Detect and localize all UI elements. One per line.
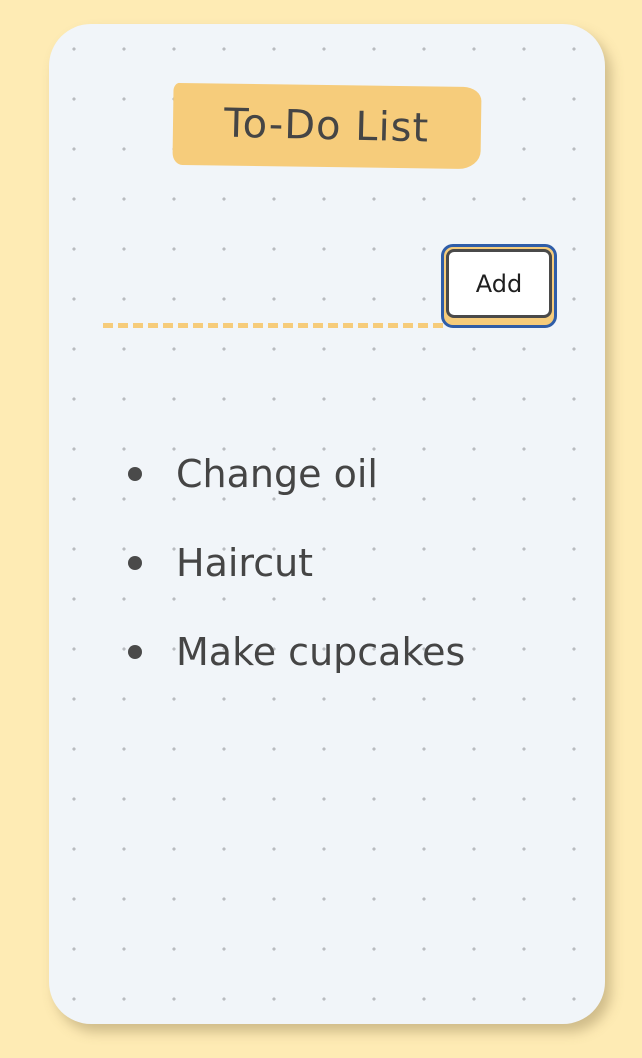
list-item[interactable]: Haircut [123,518,465,607]
list-item[interactable]: Make cupcakes [123,607,465,696]
todo-card: To-Do List Add Change oil Haircut Make c… [49,24,605,1024]
new-todo-input[interactable] [103,274,437,316]
add-button-label: Add [446,249,552,318]
bullet-icon [128,644,142,659]
todo-text: Change oil [176,451,378,496]
todo-text: Haircut [176,540,314,585]
add-button[interactable]: Add [441,244,557,328]
title-banner: To-Do List [172,82,482,170]
page-title: To-Do List [223,100,431,152]
todo-list: Change oil Haircut Make cupcakes [123,429,465,696]
input-underline [103,323,443,328]
todo-text: Make cupcakes [176,629,466,674]
list-item[interactable]: Change oil [123,429,465,518]
bullet-icon [128,466,142,481]
bullet-icon [128,555,142,570]
